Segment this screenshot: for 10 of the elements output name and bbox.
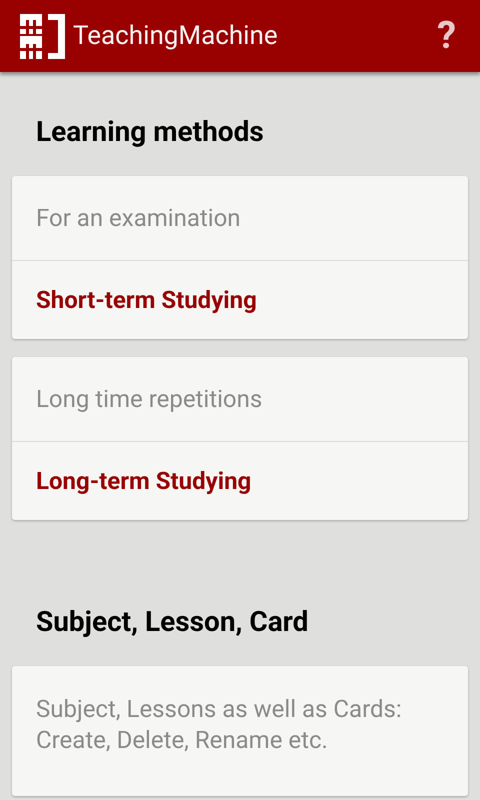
card-action[interactable]: Short-term Studying — [12, 261, 468, 339]
help-button[interactable]: ? — [433, 17, 460, 55]
card-description: Long time repetitions — [12, 357, 468, 442]
section-heading: Subject, Lesson, Card — [35, 604, 310, 640]
logo-icon — [20, 14, 65, 58]
app-title: TeachingMachine — [73, 20, 278, 52]
card-description: For an examination — [12, 176, 468, 261]
card-action[interactable]: Long-term Studying — [12, 442, 468, 520]
card-description: Subject, Lessons as well as Cards: Create, Delete, Rename etc. — [35, 694, 403, 756]
section-heading: Learning methods — [35, 114, 265, 150]
